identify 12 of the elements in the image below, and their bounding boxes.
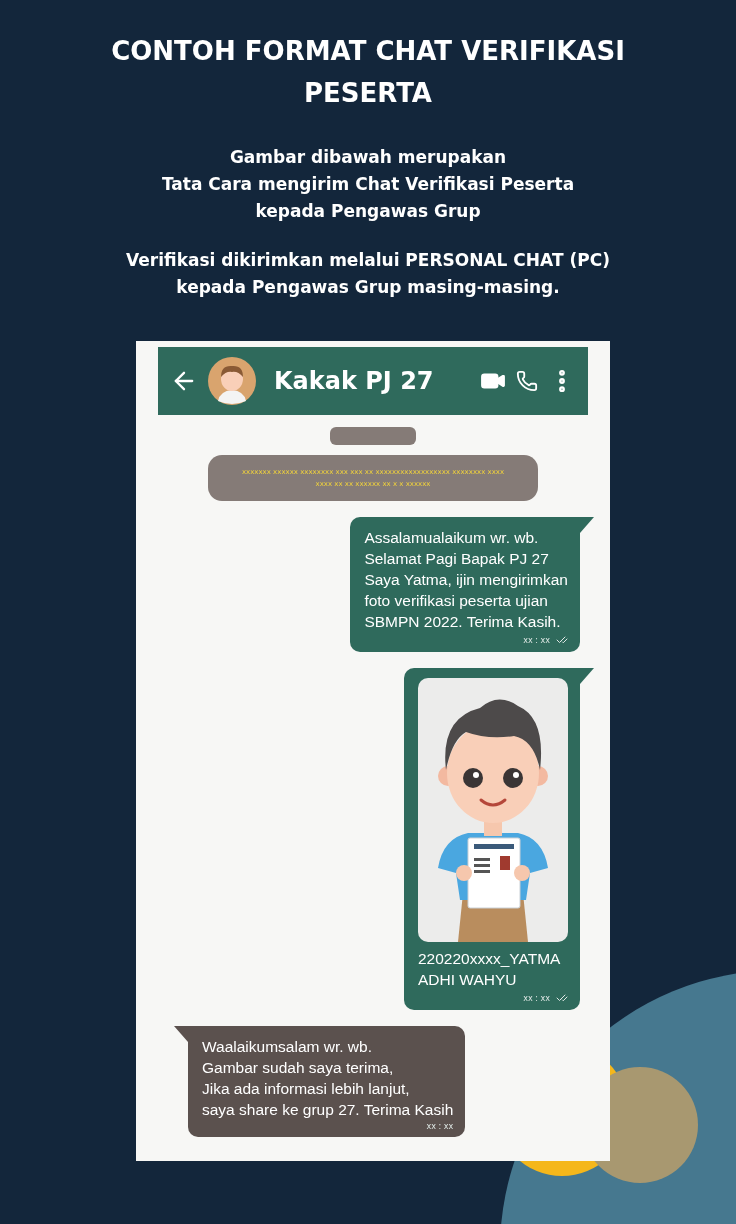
contact-name: Kakak PJ 27 [274, 367, 435, 395]
message-text: 220220xxxx_YATMA ADHI WAHYU [418, 949, 562, 990]
message-time: xx : xx [523, 635, 550, 645]
message-time: xx : xx [426, 1122, 454, 1131]
message-time: xx : xx [523, 993, 550, 1003]
note-text: Verifikasi dikirimkan melalui PERSONAL CHAT (PC) kepada Pengawas Grup masing-masing. [126, 249, 610, 299]
poster-title: CONTOH FORMAT CHAT VERIFIKASI PESERTA [110, 35, 626, 110]
phone-call-icon[interactable] [516, 370, 538, 392]
avatar-icon [208, 357, 256, 405]
intro-text: Gambar dibawah merupakan Tata Cara mengirim Chat Verifikasi Peserta kepada Pengawas Grup [161, 146, 575, 223]
message-text: Waalaikumsalam wr. wb. Gambar sudah saya terima, Jika ada informasi lebih lanjut, saya share ke grup 27. Terima Kasih [202, 1037, 454, 1120]
message-text: Assalamualaikum wr. wb. Selamat Pagi Bapak PJ 27 Saya Yatma, ijin mengirimkan foto verifikasi peserta ujian SBMPN 2022. Terima Kasih. [364, 528, 568, 632]
